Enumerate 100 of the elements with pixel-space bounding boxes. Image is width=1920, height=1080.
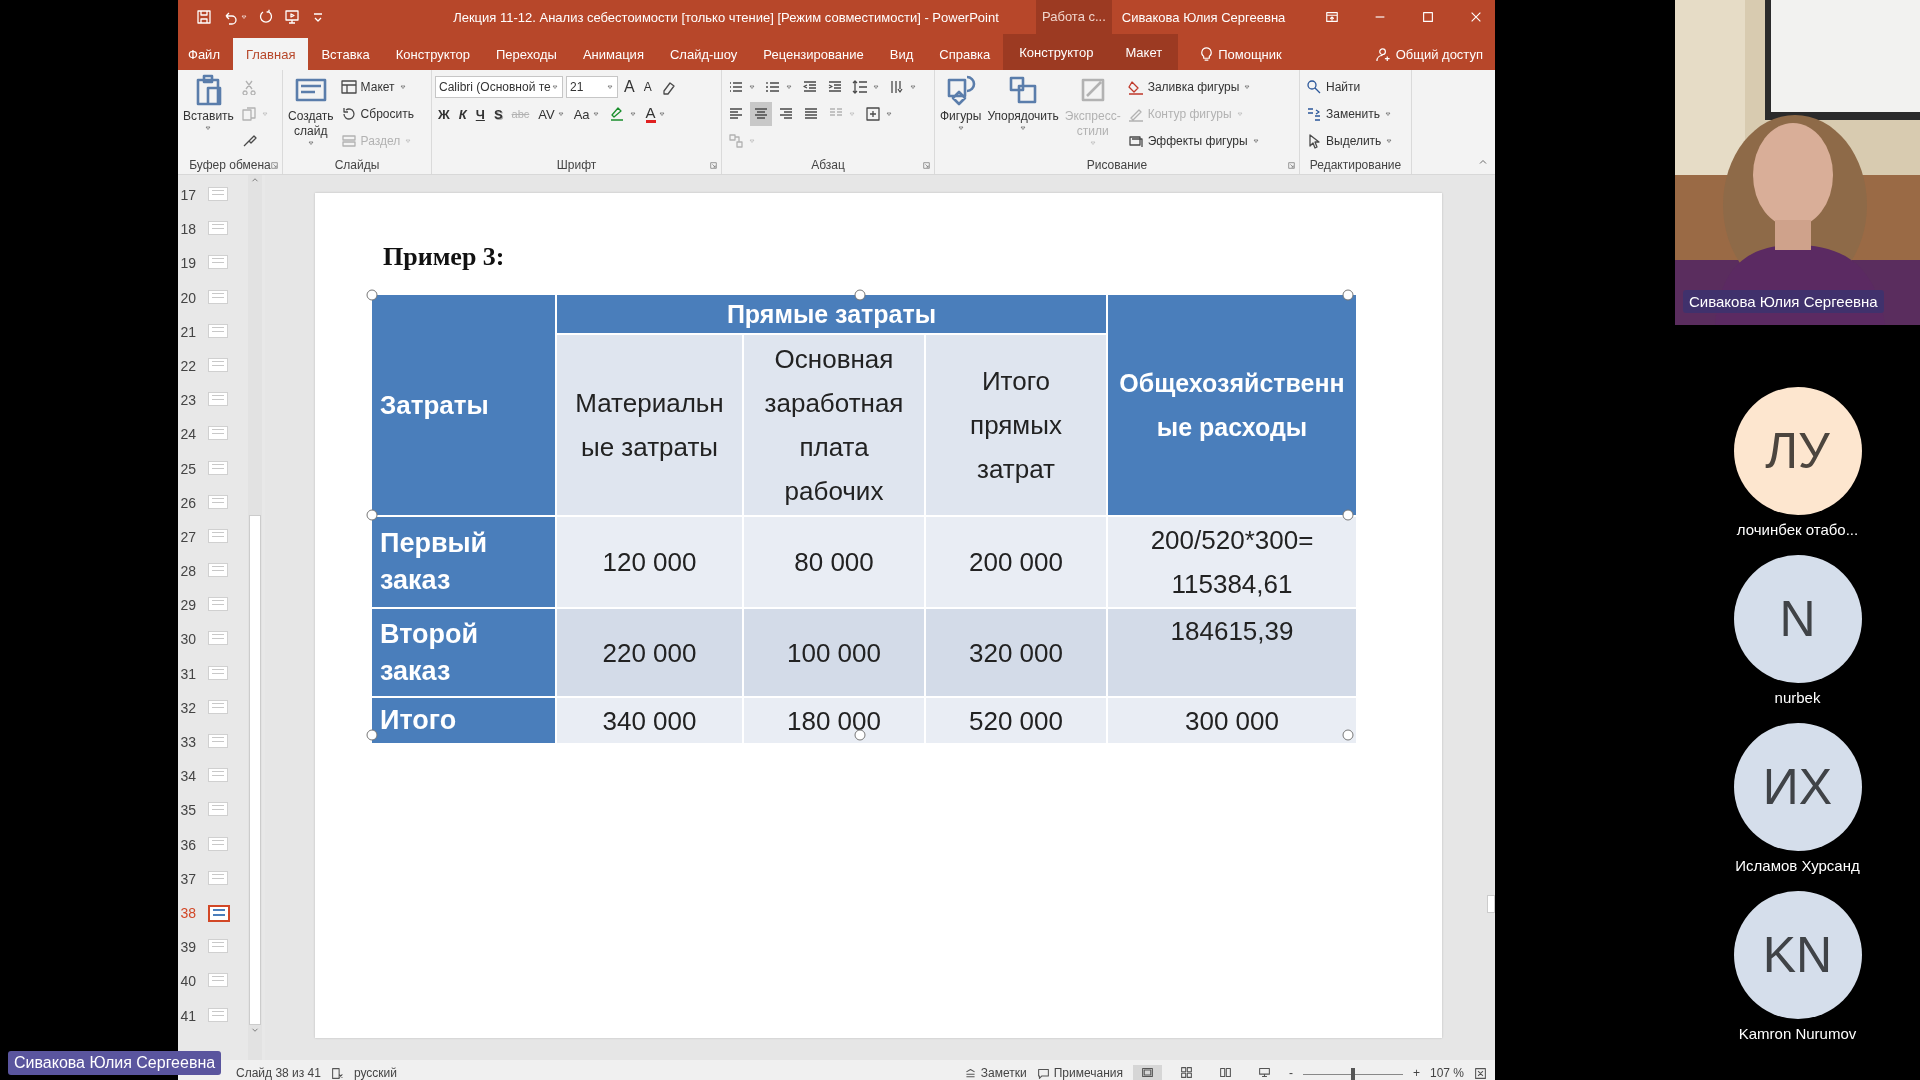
ribbon-tab[interactable]: Конструктор: [382, 38, 483, 70]
normal-view-icon: [1140, 1066, 1154, 1079]
table-header: Общехозяйственные расходы: [1108, 295, 1356, 515]
table-cell: 120 000: [557, 517, 742, 607]
combo-field[interactable]: Calibri (Основной те: [435, 76, 563, 98]
highlighter-icon: [608, 106, 625, 122]
ribbon-tab[interactable]: Файл: [178, 38, 233, 70]
scrollbar[interactable]: [248, 175, 262, 1060]
spelling-icon: [330, 1067, 344, 1080]
ribbon-tab[interactable]: Слайд-шоу: [656, 38, 751, 70]
avatar: KN: [1733, 891, 1862, 1019]
resize-handle[interactable]: [1342, 289, 1354, 301]
participant-name: Сивакова Юлия Сергеевна: [1683, 290, 1884, 313]
participant-name: лочинбек отабо...: [1736, 521, 1859, 538]
caret-icon: [1385, 137, 1394, 145]
search-icon: [1306, 79, 1322, 95]
table-header: Материальные затраты: [557, 335, 742, 515]
table-header: Затраты: [372, 295, 555, 515]
ribbon-tab[interactable]: Справка: [926, 38, 1004, 70]
bold-button[interactable]: Ж: [435, 102, 453, 126]
zoom-out-button[interactable]: -: [1288, 1066, 1293, 1080]
resize-handle[interactable]: [366, 509, 378, 521]
effects-icon: [1127, 133, 1144, 149]
shadow-button[interactable]: S: [490, 102, 506, 126]
replace-button[interactable]: Заменить: [1303, 102, 1395, 126]
ribbon-tab[interactable]: Главная: [232, 38, 309, 70]
notes-button[interactable]: Заметки: [963, 1066, 1027, 1080]
caret-icon: [1243, 83, 1252, 91]
row-header: Первый заказ: [372, 517, 555, 607]
slide-counter: Слайд 38 из 41: [236, 1066, 321, 1080]
caret-icon: [885, 110, 893, 118]
caret-icon: [657, 110, 666, 118]
comments-button[interactable]: Примечания: [1036, 1066, 1123, 1080]
slide-number: 20: [179, 289, 196, 306]
layout-button[interactable]: Макет: [337, 75, 410, 99]
combo-field[interactable]: 21: [566, 76, 618, 98]
new-slide-button[interactable]: Создать слайд: [286, 74, 336, 156]
italic-button[interactable]: К: [455, 102, 470, 126]
table-cell: 520 000: [926, 698, 1106, 743]
caret-icon: [956, 124, 965, 132]
ribbon-tab[interactable]: Вставка: [308, 38, 383, 70]
resize-handle[interactable]: [366, 289, 378, 301]
lightbulb-icon: [1199, 46, 1215, 62]
redo-icon: [258, 9, 274, 25]
slide-number: 38: [179, 904, 196, 921]
change-case-button[interactable]: Aa: [570, 102, 603, 126]
close-icon: [1469, 10, 1483, 24]
slide-thumbnail[interactable]: [208, 904, 230, 922]
grow-font-button[interactable]: A: [621, 75, 638, 99]
ribbon-tab[interactable]: Анимация: [569, 38, 657, 70]
slider-thumb[interactable]: [1350, 1068, 1355, 1080]
select-button[interactable]: Выделить: [1303, 129, 1397, 153]
slideshow-view-icon: [1257, 1066, 1271, 1079]
group-label: Рисование: [1086, 158, 1148, 172]
zoom-level[interactable]: 107 %: [1429, 1066, 1464, 1080]
resize-handle[interactable]: [1342, 729, 1354, 741]
zoom-in-button[interactable]: +: [1412, 1066, 1420, 1080]
caret-icon: [1383, 110, 1392, 118]
slide-number: 37: [179, 870, 196, 887]
resize-handle[interactable]: [854, 289, 866, 301]
ribbon-tab[interactable]: Рецензирование: [750, 38, 877, 70]
slide-number: 25: [179, 460, 196, 477]
numbered-list-icon: [765, 79, 781, 95]
resize-handle[interactable]: [1342, 509, 1354, 521]
reset-button[interactable]: Сбросить: [337, 102, 417, 126]
shape-fill-button[interactable]: Заливка фигуры: [1124, 75, 1255, 99]
participant-name: nurbek: [1774, 689, 1821, 706]
resize-handle[interactable]: [366, 729, 378, 741]
arrange-button[interactable]: Упорядочить: [985, 74, 1061, 156]
share-button[interactable]: Общий доступ: [1375, 38, 1495, 70]
slide-number: 32: [179, 699, 196, 716]
find-button[interactable]: Найти: [1303, 75, 1364, 99]
ribbon-tab[interactable]: Вид: [876, 38, 927, 70]
save-icon: [196, 9, 212, 25]
tell-me-button[interactable]: Помощник: [1186, 38, 1295, 70]
row-header: Второй заказ: [372, 609, 555, 696]
table-cell: 80 000: [744, 517, 924, 607]
ribbon-tab[interactable]: Переходы: [482, 38, 570, 70]
window-title: Лекция 11-12. Анализ себестоимости [только чтение] [Режим совместимости] - PowerPoint: [452, 9, 1000, 25]
scrollbar[interactable]: [1485, 175, 1495, 1060]
normal-view-button[interactable]: [1132, 1065, 1162, 1080]
language-label[interactable]: русский: [353, 1066, 397, 1080]
ribbon-tab[interactable]: Конструктор: [1003, 34, 1110, 70]
slide-number: 27: [179, 528, 196, 545]
caret-icon: [606, 83, 614, 91]
align-center-button[interactable]: [750, 102, 772, 126]
underline-button[interactable]: Ч: [472, 102, 488, 126]
slide-number: 23: [179, 392, 196, 409]
caret-icon: [551, 83, 559, 91]
shapes-button[interactable]: Фигуры: [938, 74, 984, 156]
ribbon-tab[interactable]: Макет: [1109, 34, 1179, 70]
font-color-button[interactable]: A: [642, 102, 669, 126]
table-cell: 300 000: [1108, 698, 1356, 743]
resize-handle[interactable]: [854, 729, 866, 741]
shrink-font-button[interactable]: A: [640, 75, 655, 99]
reading-view-icon: [1218, 1066, 1232, 1079]
character-spacing-button[interactable]: AV: [535, 102, 568, 126]
shape-effects-button[interactable]: Эффекты фигуры: [1124, 129, 1263, 153]
paste-button[interactable]: Вставить: [181, 74, 236, 156]
caret-icon: [1019, 124, 1028, 132]
